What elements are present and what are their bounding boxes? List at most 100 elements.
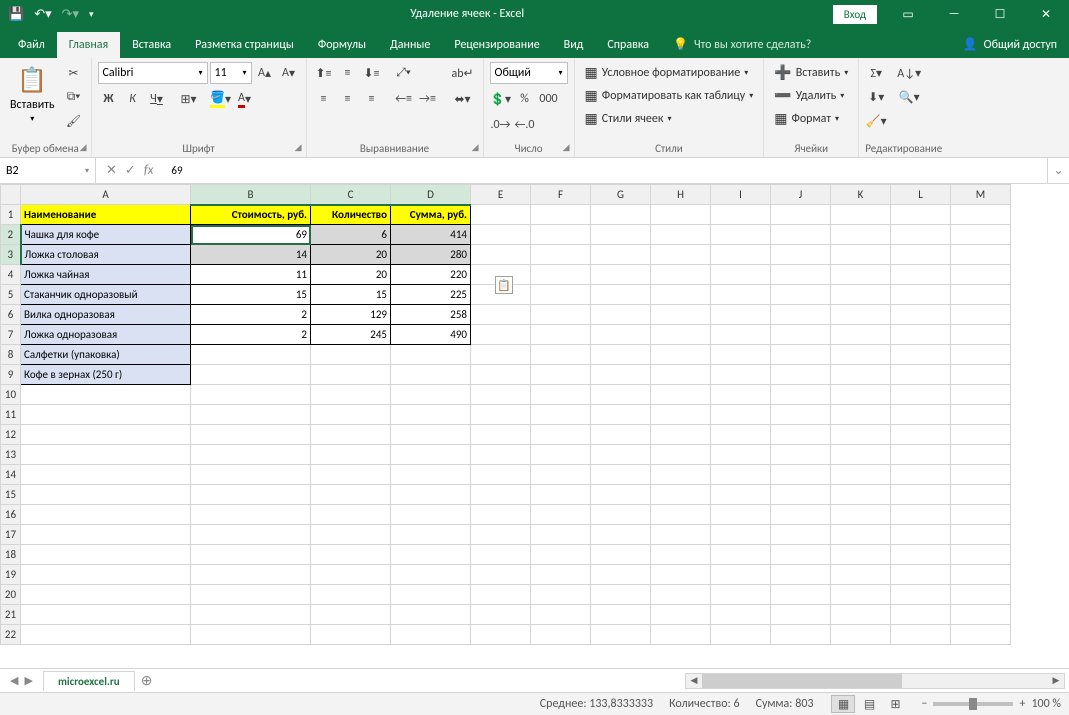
- cell-D12[interactable]: [391, 425, 471, 445]
- cell-J21[interactable]: [771, 605, 831, 625]
- percent-button[interactable]: %: [514, 88, 536, 110]
- cell-F13[interactable]: [531, 445, 591, 465]
- cell-C4[interactable]: 20: [311, 265, 391, 285]
- cell-H18[interactable]: [651, 545, 711, 565]
- cell-F5[interactable]: [531, 285, 591, 305]
- cell-E3[interactable]: [471, 245, 531, 265]
- cell-F1[interactable]: [531, 205, 591, 225]
- cell-K14[interactable]: [831, 465, 891, 485]
- cell-K11[interactable]: [831, 405, 891, 425]
- col-header-H[interactable]: H: [651, 185, 711, 205]
- cell-C13[interactable]: [311, 445, 391, 465]
- cell-G7[interactable]: [591, 325, 651, 345]
- cell-F6[interactable]: [531, 305, 591, 325]
- cell-M13[interactable]: [951, 445, 1011, 465]
- cell-A8[interactable]: Салфетки (упаковка): [21, 345, 191, 365]
- cell-L11[interactable]: [891, 405, 951, 425]
- cell-H12[interactable]: [651, 425, 711, 445]
- cell-H7[interactable]: [651, 325, 711, 345]
- cell-K21[interactable]: [831, 605, 891, 625]
- cell-M6[interactable]: [951, 305, 1011, 325]
- number-dialog-launcher[interactable]: ◢: [563, 142, 570, 153]
- cell-B16[interactable]: [191, 505, 311, 525]
- increase-decimal-button[interactable]: .0→: [490, 114, 512, 136]
- cell-A14[interactable]: [21, 465, 191, 485]
- cell-K10[interactable]: [831, 385, 891, 405]
- cell-B18[interactable]: [191, 545, 311, 565]
- close-button[interactable]: ✕: [1023, 0, 1069, 28]
- cell-K9[interactable]: [831, 365, 891, 385]
- cell-D16[interactable]: [391, 505, 471, 525]
- cell-E13[interactable]: [471, 445, 531, 465]
- cell-F12[interactable]: [531, 425, 591, 445]
- cell-I11[interactable]: [711, 405, 771, 425]
- cell-J4[interactable]: [771, 265, 831, 285]
- cell-C6[interactable]: 129: [311, 305, 391, 325]
- cell-D18[interactable]: [391, 545, 471, 565]
- cell-H19[interactable]: [651, 565, 711, 585]
- cell-D3[interactable]: 280: [391, 245, 471, 265]
- cell-B21[interactable]: [191, 605, 311, 625]
- align-left-button[interactable]: ≡: [313, 88, 335, 110]
- cell-L5[interactable]: [891, 285, 951, 305]
- delete-cells-button[interactable]: ➖Удалить▾: [770, 85, 848, 106]
- cell-B7[interactable]: 2: [191, 325, 311, 345]
- cell-A16[interactable]: [21, 505, 191, 525]
- cell-J12[interactable]: [771, 425, 831, 445]
- cell-C19[interactable]: [311, 565, 391, 585]
- cell-E9[interactable]: [471, 365, 531, 385]
- alignment-dialog-launcher[interactable]: ◢: [472, 142, 479, 153]
- row-header-2[interactable]: 2: [1, 225, 21, 245]
- find-select-button[interactable]: 🔍▾: [895, 86, 923, 108]
- zoom-level[interactable]: 100 %: [1031, 697, 1061, 711]
- cell-H17[interactable]: [651, 525, 711, 545]
- cell-J5[interactable]: [771, 285, 831, 305]
- cell-H1[interactable]: [651, 205, 711, 225]
- cell-A10[interactable]: [21, 385, 191, 405]
- cell-F3[interactable]: [531, 245, 591, 265]
- cell-K7[interactable]: [831, 325, 891, 345]
- cell-H11[interactable]: [651, 405, 711, 425]
- row-header-9[interactable]: 9: [1, 365, 21, 385]
- cell-J20[interactable]: [771, 585, 831, 605]
- cell-A20[interactable]: [21, 585, 191, 605]
- cell-B17[interactable]: [191, 525, 311, 545]
- cell-K6[interactable]: [831, 305, 891, 325]
- align-top-button[interactable]: ⬆≡: [313, 62, 335, 84]
- cell-E15[interactable]: [471, 485, 531, 505]
- row-header-3[interactable]: 3: [1, 245, 21, 265]
- cell-M16[interactable]: [951, 505, 1011, 525]
- format-painter-button[interactable]: 🖌: [63, 110, 85, 132]
- cell-C20[interactable]: [311, 585, 391, 605]
- col-header-C[interactable]: C: [311, 185, 391, 205]
- cell-H6[interactable]: [651, 305, 711, 325]
- cell-L7[interactable]: [891, 325, 951, 345]
- cell-L17[interactable]: [891, 525, 951, 545]
- number-format-select[interactable]: Общий▾: [490, 62, 568, 84]
- col-header-M[interactable]: M: [951, 185, 1011, 205]
- cell-M8[interactable]: [951, 345, 1011, 365]
- cell-C14[interactable]: [311, 465, 391, 485]
- cell-E6[interactable]: [471, 305, 531, 325]
- cell-B6[interactable]: 2: [191, 305, 311, 325]
- cell-F8[interactable]: [531, 345, 591, 365]
- cell-E18[interactable]: [471, 545, 531, 565]
- paste-options-smarttag[interactable]: 📋: [495, 276, 513, 294]
- cell-I3[interactable]: [711, 245, 771, 265]
- cell-D20[interactable]: [391, 585, 471, 605]
- cell-K12[interactable]: [831, 425, 891, 445]
- fill-color-button[interactable]: 🪣▾: [210, 88, 232, 110]
- row-header-20[interactable]: 20: [1, 585, 21, 605]
- cell-B11[interactable]: [191, 405, 311, 425]
- orientation-button[interactable]: ⤢▾: [393, 62, 415, 84]
- row-header-12[interactable]: 12: [1, 425, 21, 445]
- cell-E10[interactable]: [471, 385, 531, 405]
- cell-M4[interactable]: [951, 265, 1011, 285]
- cell-K2[interactable]: [831, 225, 891, 245]
- cell-J9[interactable]: [771, 365, 831, 385]
- cell-K18[interactable]: [831, 545, 891, 565]
- cell-L14[interactable]: [891, 465, 951, 485]
- cell-A21[interactable]: [21, 605, 191, 625]
- cell-M22[interactable]: [951, 625, 1011, 645]
- cell-F22[interactable]: [531, 625, 591, 645]
